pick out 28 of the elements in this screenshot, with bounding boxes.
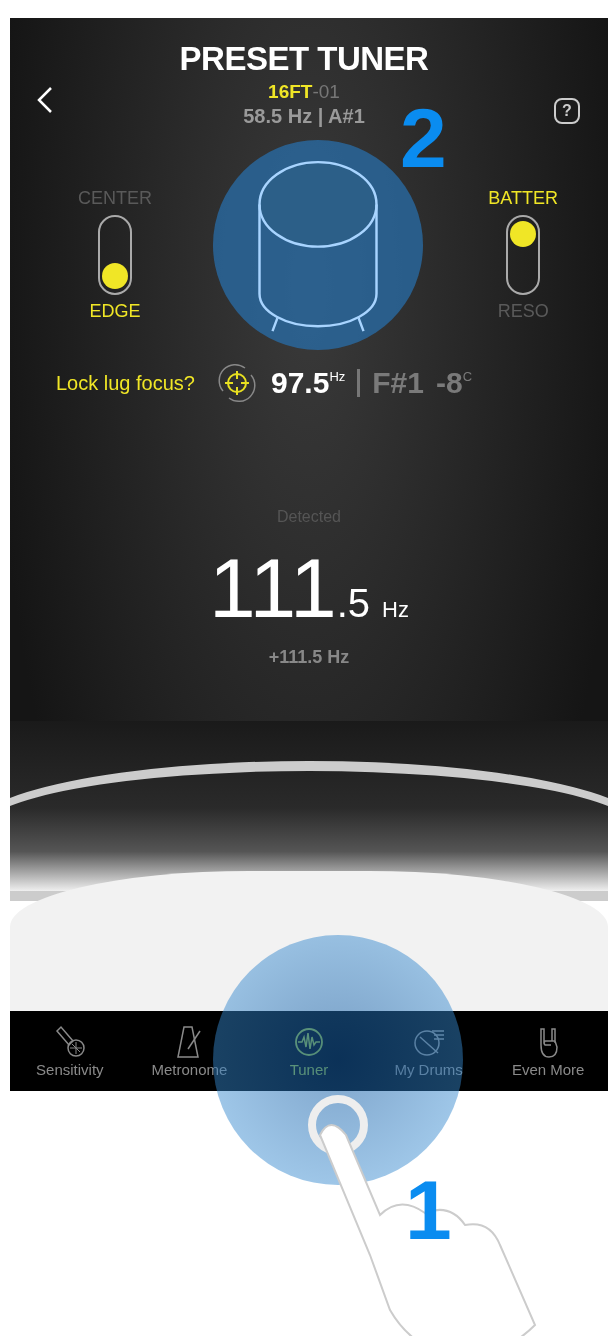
toggle-knob — [510, 221, 537, 247]
back-icon[interactable] — [36, 86, 54, 114]
toggle-label[interactable]: EDGE — [89, 301, 141, 322]
tab[interactable]: Sensitivity — [14, 1024, 125, 1078]
frequency-delta: +111.5 Hz — [268, 647, 350, 668]
frequency-unit: Hz — [382, 597, 409, 623]
tab[interactable]: Even More — [493, 1024, 604, 1078]
lock-lug-prompt[interactable]: Lock lug focus? — [56, 371, 195, 395]
pitch-reading: 97.5 — [271, 366, 330, 400]
help-button[interactable]: ? — [554, 98, 580, 124]
step-number: 1 — [405, 1168, 452, 1252]
pitch-unit: Hz — [329, 369, 346, 384]
target-rotate-icon[interactable] — [215, 361, 259, 405]
toggle-switch[interactable] — [506, 215, 541, 295]
tab[interactable]: Tuner — [254, 1024, 364, 1078]
step-number: 2 — [400, 96, 447, 180]
preset-code: 16FT — [268, 81, 313, 102]
note-reading: F#1 — [372, 366, 424, 400]
toggle-knob — [102, 263, 128, 289]
toggle-label[interactable]: BATTER — [488, 188, 558, 209]
frequency-whole: 111 — [209, 540, 337, 637]
target-pitch: 58.5 Hz | A#1 — [243, 105, 365, 128]
preset-suffix: -01 — [312, 81, 340, 102]
toggle-switch[interactable] — [98, 215, 132, 295]
screen-title: PRESET TUNER — [179, 40, 429, 78]
cents-unit: C — [462, 369, 473, 384]
frequency-decimal: .5 — [336, 581, 371, 626]
cents-reading: -8 — [435, 366, 463, 400]
